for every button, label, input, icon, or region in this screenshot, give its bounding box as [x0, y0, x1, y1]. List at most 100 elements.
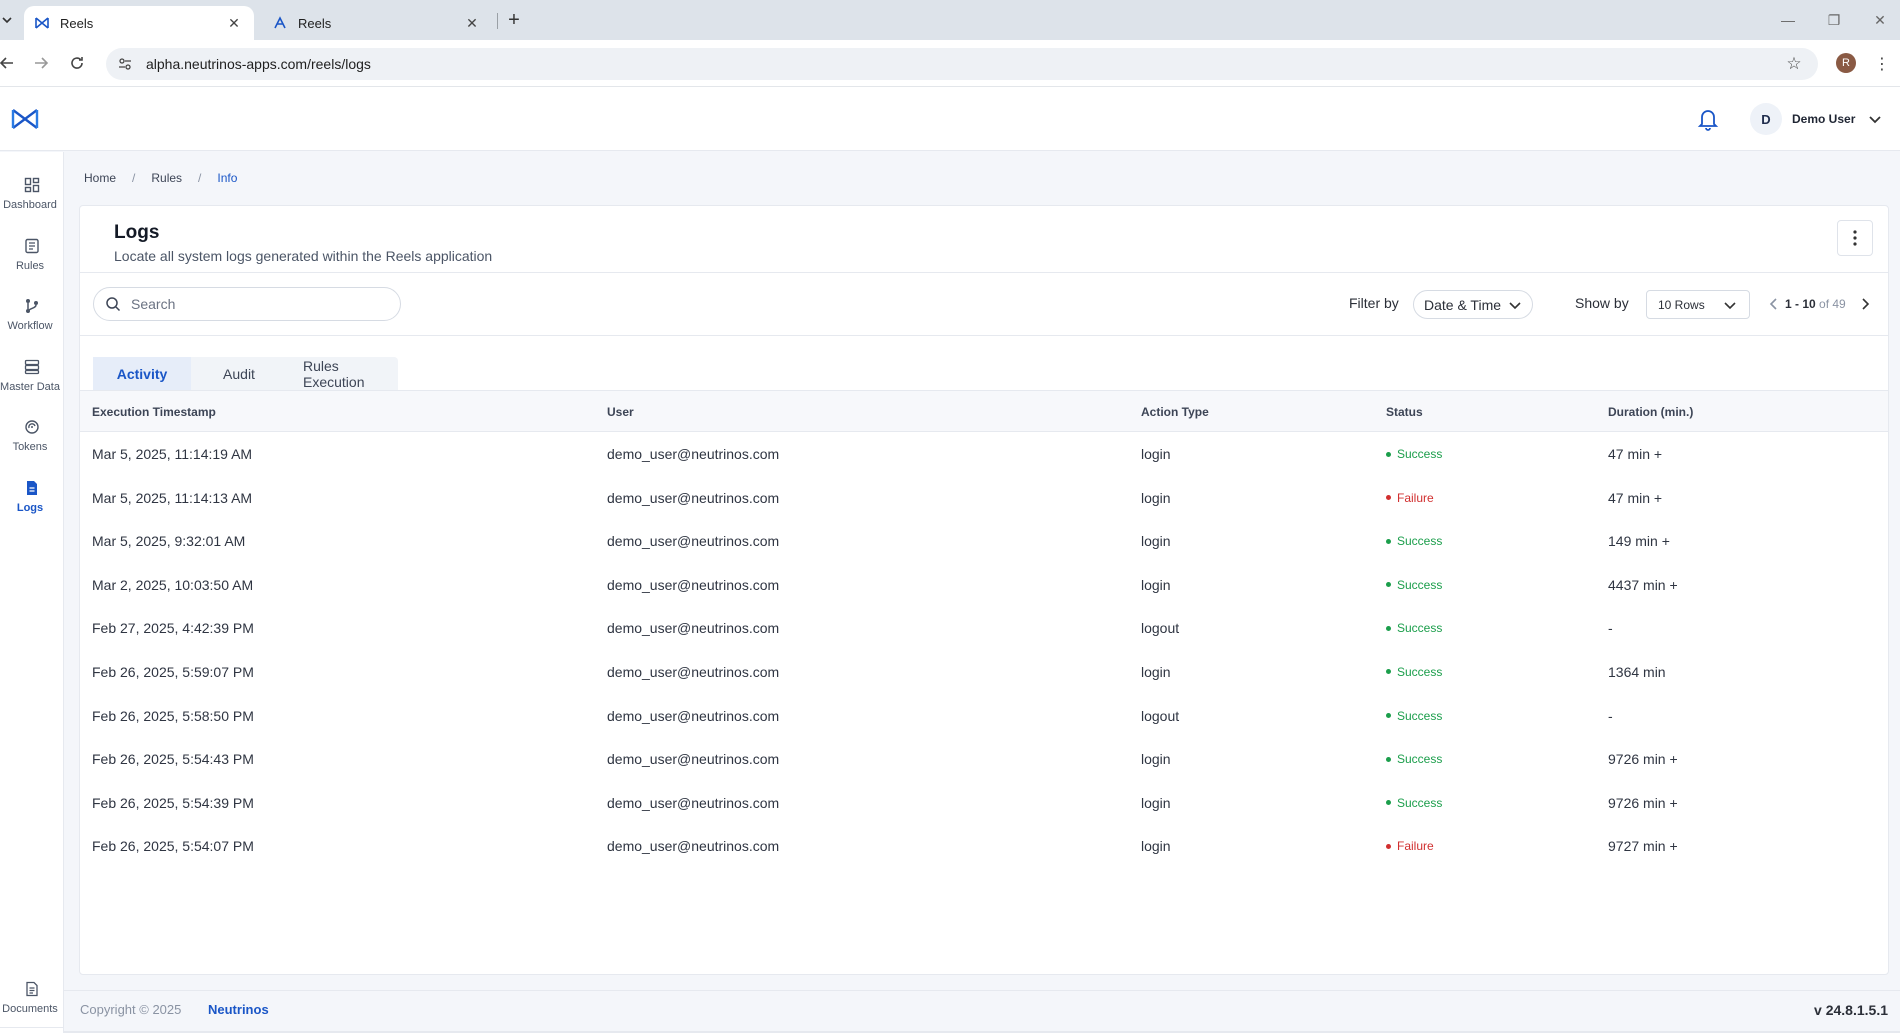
tab-search-chevron-icon[interactable]: [0, 9, 14, 31]
restore-window-icon[interactable]: ❐: [1820, 8, 1848, 32]
reload-icon[interactable]: [64, 50, 90, 76]
status-text: Failure: [1397, 839, 1434, 854]
sidebar-item-label: Logs: [16, 501, 44, 514]
status-dot-icon: [1386, 538, 1391, 544]
previous-page-icon[interactable]: [1765, 294, 1781, 314]
table-row[interactable]: Mar 2, 2025, 10:03:50 AM demo_user@neutr…: [80, 563, 1888, 607]
tab-rules-execution[interactable]: Rules Execution: [287, 357, 398, 390]
table-row[interactable]: Feb 27, 2025, 4:42:39 PM demo_user@neutr…: [80, 606, 1888, 650]
status-badge: Success: [1386, 709, 1442, 723]
brand-link[interactable]: Neutrinos: [208, 1002, 269, 1017]
column-header-duration[interactable]: Duration (min.): [1608, 405, 1693, 419]
close-tab-icon[interactable]: ✕: [224, 13, 244, 33]
sidebar-item-workflow[interactable]: Workflow: [0, 287, 64, 341]
cell-action: logout: [1141, 620, 1180, 637]
tab-separator: [497, 13, 498, 29]
status-text: Success: [1397, 664, 1443, 679]
cell-timestamp: Mar 5, 2025, 11:14:19 AM: [92, 446, 253, 462]
close-window-icon[interactable]: ✕: [1866, 8, 1894, 32]
table-body: Mar 5, 2025, 11:14:19 AM demo_user@neutr…: [80, 432, 1888, 868]
bookmark-star-icon[interactable]: ☆: [1784, 54, 1804, 74]
master-data-icon: [23, 358, 41, 376]
dashboard-icon: [23, 176, 41, 194]
table-row[interactable]: Feb 26, 2025, 5:54:43 PM demo_user@neutr…: [80, 737, 1888, 781]
filter-by-select[interactable]: Date & Time: [1413, 290, 1533, 319]
browser-tab-reels-active[interactable]: Reels ✕: [24, 6, 254, 40]
cell-user: demo_user@neutrinos.com: [607, 446, 780, 462]
sidebar-item-logs[interactable]: Logs: [0, 469, 64, 523]
column-header-action-type[interactable]: Action Type: [1141, 405, 1209, 419]
cell-duration: 9726 min +: [1608, 794, 1678, 811]
logs-icon: [23, 479, 41, 497]
cell-action: login: [1141, 663, 1171, 680]
new-tab-plus-icon[interactable]: +: [502, 8, 526, 32]
breadcrumb-rules[interactable]: Rules: [151, 171, 182, 185]
close-tab-icon[interactable]: ✕: [462, 13, 482, 33]
status-dot-icon: [1386, 495, 1391, 501]
search-input[interactable]: [131, 296, 391, 312]
cell-action: login: [1141, 751, 1171, 768]
browser-menu-icon[interactable]: ⋮: [1872, 52, 1892, 76]
breadcrumb-home[interactable]: Home: [84, 171, 116, 185]
sidebar-item-label: Workflow: [7, 319, 53, 332]
sidebar-item-dashboard[interactable]: Dashboard: [0, 166, 64, 220]
status-dot-icon: [1386, 756, 1391, 762]
tab-audit[interactable]: Audit: [191, 357, 287, 390]
cell-timestamp: Feb 26, 2025, 5:59:07 PM: [92, 663, 254, 680]
cell-duration: 9726 min +: [1608, 751, 1678, 768]
filter-by-label: Filter by: [1349, 295, 1399, 311]
user-menu[interactable]: D Demo User: [1750, 101, 1883, 137]
pagination-info: 1 - 10 of 49: [1785, 297, 1846, 311]
sidebar-item-tokens[interactable]: Tokens: [0, 408, 64, 462]
table-row[interactable]: Mar 5, 2025, 11:14:13 AM demo_user@neutr…: [80, 476, 1888, 520]
table-row[interactable]: Feb 26, 2025, 5:59:07 PM demo_user@neutr…: [80, 650, 1888, 694]
sidebar-item-label: Tokens: [12, 440, 48, 453]
rows-per-page-select[interactable]: 10 Rows: [1646, 290, 1750, 319]
cell-action: login: [1141, 446, 1171, 462]
browser-profile-avatar[interactable]: R: [1836, 53, 1856, 73]
minimize-window-icon[interactable]: —: [1774, 8, 1802, 32]
next-page-icon[interactable]: [1858, 294, 1874, 314]
table-row[interactable]: Feb 26, 2025, 5:54:39 PM demo_user@neutr…: [80, 781, 1888, 825]
cell-duration: -: [1608, 620, 1613, 637]
forward-arrow-icon[interactable]: [28, 50, 54, 76]
sidebar-item-rules[interactable]: Rules: [0, 227, 64, 281]
status-text: Success: [1397, 795, 1443, 810]
browser-address-bar: alpha.neutrinos-apps.com/reels/logs ☆ R …: [0, 40, 1900, 87]
sidebar-item-label: Master Data: [0, 380, 60, 393]
status-text: Success: [1397, 621, 1443, 636]
user-avatar: D: [1750, 103, 1782, 135]
column-header-timestamp[interactable]: Execution Timestamp: [92, 405, 216, 419]
table-row[interactable]: Mar 5, 2025, 11:14:19 AM demo_user@neutr…: [80, 432, 1888, 476]
sidebar-item-label: Dashboard: [3, 198, 57, 211]
rows-per-page-value: 10 Rows: [1658, 297, 1705, 312]
back-arrow-icon[interactable]: [0, 50, 20, 76]
workflow-icon: [23, 297, 41, 315]
neutrinos-logo-icon[interactable]: [10, 105, 40, 133]
version-text: v 24.8.1.5.1: [1814, 1002, 1888, 1018]
site-settings-icon[interactable]: [114, 53, 136, 75]
cell-user: demo_user@neutrinos.com: [607, 663, 780, 680]
omnibox[interactable]: alpha.neutrinos-apps.com/reels/logs ☆: [106, 48, 1818, 80]
table-row[interactable]: Feb 26, 2025, 5:54:07 PM demo_user@neutr…: [80, 824, 1888, 868]
notification-bell-icon[interactable]: [1697, 107, 1719, 131]
rules-icon: [23, 237, 41, 255]
status-dot-icon: [1386, 713, 1391, 719]
cell-timestamp: Feb 27, 2025, 4:42:39 PM: [92, 620, 254, 637]
table-row[interactable]: Feb 26, 2025, 5:58:50 PM demo_user@neutr…: [80, 694, 1888, 738]
cell-user: demo_user@neutrinos.com: [607, 707, 780, 724]
status-dot-icon: [1386, 843, 1391, 849]
more-options-icon[interactable]: [1837, 220, 1873, 256]
search-box[interactable]: [93, 287, 401, 321]
sidebar-item-label: Documents: [2, 1002, 58, 1015]
tab-activity[interactable]: Activity: [93, 357, 191, 390]
browser-tab-reels[interactable]: Reels ✕: [262, 6, 492, 40]
sidebar-item-master-data[interactable]: Master Data: [0, 348, 64, 402]
cell-duration: 9727 min +: [1608, 838, 1678, 855]
url-text[interactable]: alpha.neutrinos-apps.com/reels/logs: [146, 56, 371, 72]
column-header-status[interactable]: Status: [1386, 405, 1423, 419]
column-header-user[interactable]: User: [607, 405, 634, 419]
sidebar-item-documents[interactable]: Documents: [0, 970, 64, 1024]
table-row[interactable]: Mar 5, 2025, 9:32:01 AM demo_user@neutri…: [80, 519, 1888, 563]
cell-user: demo_user@neutrinos.com: [607, 838, 780, 855]
